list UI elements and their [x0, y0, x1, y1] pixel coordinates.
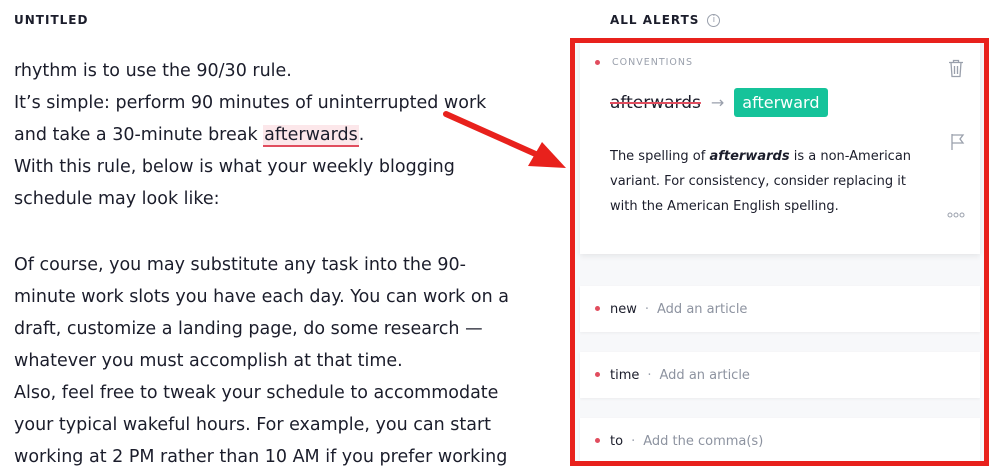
annotation-arrow-icon	[443, 111, 566, 168]
alerts-header: ALL ALERTS i	[610, 13, 721, 27]
text-segment: .	[358, 125, 365, 145]
explanation-text: The spelling of	[610, 149, 710, 164]
alert-hint: Add an article	[657, 301, 748, 317]
trash-icon[interactable]	[948, 59, 964, 78]
text-line: your typical wakeful hours. For example,…	[14, 415, 492, 435]
separator: ·	[647, 367, 652, 383]
separator: ·	[631, 433, 636, 449]
separator: ·	[644, 301, 650, 317]
text-segment: and take a 30-minute break	[14, 125, 264, 145]
text-line: working at 2 PM rather than 10 AM if you…	[14, 447, 508, 467]
alert-word: to	[610, 433, 624, 449]
text-line: Of course, you may substitute any task i…	[14, 255, 466, 275]
alerts-title: ALL ALERTS	[610, 13, 700, 27]
alert-category: CONVENTIONS	[612, 57, 694, 68]
flag-icon[interactable]	[950, 133, 965, 151]
alert-dot-icon	[595, 372, 600, 377]
alert-dot-icon	[595, 306, 600, 311]
alert-hint: Add an article	[659, 367, 750, 383]
alert-dot-icon	[595, 60, 600, 65]
alert-hint: Add the comma(s)	[643, 433, 764, 449]
alert-item[interactable]: to · Add the comma(s)	[580, 418, 980, 464]
text-line: Also, feel free to tweak your schedule t…	[14, 383, 499, 403]
info-icon[interactable]: i	[707, 13, 721, 27]
more-options-icon[interactable]	[947, 212, 965, 218]
original-word: afterwards	[610, 92, 701, 113]
alert-item[interactable]: new · Add an article	[580, 286, 980, 332]
text-line: draft, customize a landing page, do some…	[14, 319, 483, 339]
text-line: minute work slots you have each day. You…	[14, 287, 509, 307]
document-title: UNTITLED	[14, 13, 89, 27]
arrow-right-icon: →	[710, 93, 725, 112]
alert-dot-icon	[595, 438, 600, 443]
alert-word: time	[610, 367, 640, 383]
alert-explanation: The spelling of afterwards is a non-Amer…	[610, 144, 920, 219]
explanation-word: afterwards	[709, 149, 790, 164]
alert-word: new	[610, 301, 637, 317]
alert-item[interactable]: time · Add an article	[580, 352, 980, 398]
text-line: schedule may look like:	[14, 189, 220, 209]
suggestion-button[interactable]: afterward	[734, 88, 828, 117]
text-line: rhythm is to use the 90/30 rule.	[14, 61, 292, 81]
text-line: whatever you must accomplish at that tim…	[14, 351, 403, 371]
alerts-panel: CONVENTIONS afterwards → afterward The s…	[572, 40, 987, 464]
highlighted-word[interactable]: afterwards	[263, 125, 359, 147]
suggestion-row: afterwards → afterward	[610, 88, 828, 117]
alert-card-conventions[interactable]: CONVENTIONS afterwards → afterward The s…	[580, 40, 980, 254]
